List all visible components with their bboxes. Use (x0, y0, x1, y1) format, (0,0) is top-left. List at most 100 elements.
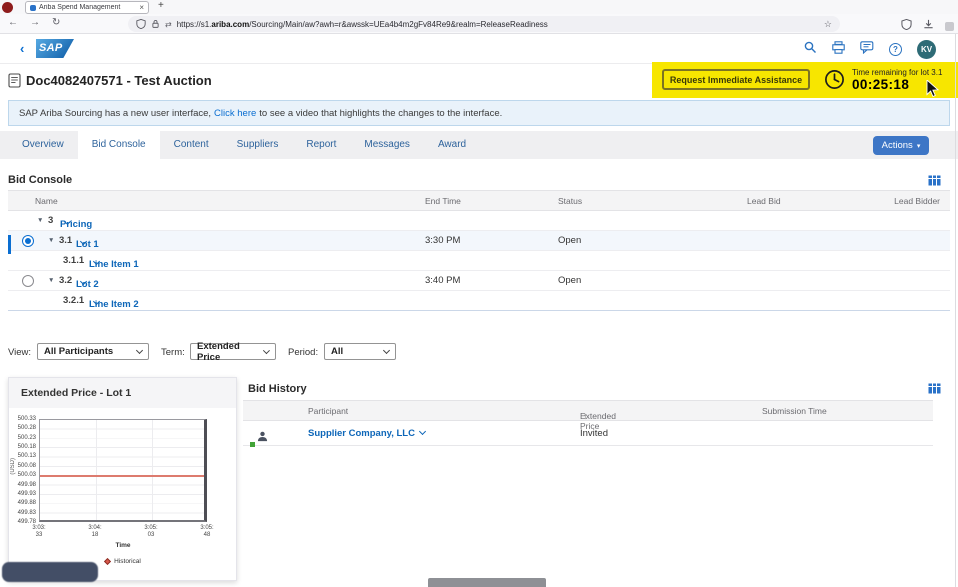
url-text: https://s1.ariba.com/Sourcing/Main/aw?aw… (177, 20, 818, 29)
clock-icon (824, 69, 845, 95)
y-tick: 500.23 (9, 435, 36, 441)
site-favicon (30, 5, 36, 11)
banner-text-before: SAP Ariba Sourcing has a new user interf… (19, 108, 211, 119)
tab-award[interactable]: Award (424, 131, 480, 159)
screenshare-overlay (2, 562, 98, 582)
url-scheme: https://s1. (177, 20, 212, 29)
supplier-name: Supplier Company, LLC (308, 428, 415, 439)
historical-price-line (40, 475, 204, 477)
tab-content[interactable]: Content (160, 131, 223, 159)
legend-diamond-icon (104, 558, 111, 565)
request-assistance-button[interactable]: Request Immediate Assistance (662, 69, 810, 90)
shield-icon[interactable] (136, 19, 146, 29)
caret-down-icon: ▾ (917, 142, 921, 150)
user-avatar[interactable]: KV (917, 40, 936, 59)
reload-icon[interactable]: ↻ (52, 17, 60, 28)
period-label: Period: (288, 347, 318, 358)
table-row-line-item2[interactable]: 3.2.1 Line Item 2 (8, 291, 950, 311)
col-lead-bid: Lead Bid (747, 196, 781, 206)
app-header: ‹ SAP ? KV (0, 34, 958, 64)
protection-shield-icon[interactable] (901, 17, 912, 35)
supplier-link[interactable]: Supplier Company, LLC (308, 428, 425, 439)
tab-messages[interactable]: Messages (350, 131, 424, 159)
term-select[interactable]: Extended Price (190, 343, 276, 360)
chevron-down-icon (419, 428, 426, 435)
y-tick: 499.98 (9, 482, 36, 488)
bid-history-row[interactable]: Supplier Company, LLC Invited (243, 421, 933, 446)
online-status-icon (250, 442, 255, 447)
forward-icon[interactable]: → (30, 17, 40, 28)
browser-tabstrip: Ariba Spend Management × + (0, 0, 958, 14)
row-number: 3 (48, 215, 53, 226)
collapse-triangle-icon[interactable]: ▼ (37, 217, 43, 224)
tab-suppliers[interactable]: Suppliers (223, 131, 293, 159)
table-settings-icon[interactable] (928, 173, 941, 191)
table-row-lot1[interactable]: ▼ 3.1 Lot 1 3:30 PM Open (8, 231, 950, 251)
table-row-lot2[interactable]: ▼ 3.2 Lot 2 3:40 PM Open (8, 271, 950, 291)
status-cell: Open (558, 275, 581, 286)
search-icon[interactable] (804, 41, 817, 59)
table-row-line-item1[interactable]: 3.1.1 Line Item 1 (8, 251, 950, 271)
x-tick: 3:03:33 (24, 525, 54, 539)
y-tick: 499.93 (9, 491, 36, 497)
lot2-radio[interactable] (22, 275, 34, 287)
tab-report[interactable]: Report (292, 131, 350, 159)
tab-bid-console[interactable]: Bid Console (78, 131, 160, 159)
highlight-annotation: Request Immediate Assistance Time remain… (652, 62, 958, 98)
close-tab-icon[interactable]: × (139, 3, 144, 12)
back-icon[interactable]: ← (8, 17, 18, 28)
container-swap-icon[interactable]: ⇄ (165, 20, 172, 29)
view-value: All Participants (44, 346, 113, 357)
bottom-overlay-bar (428, 578, 546, 587)
table-settings-icon[interactable] (928, 381, 941, 399)
x-axis-label: Time (39, 542, 207, 549)
view-label: View: (8, 347, 31, 358)
sort-asc-icon: ↑ (583, 411, 587, 421)
table-row-pricing[interactable]: ▼ 3 Pricing (8, 211, 950, 231)
nav-tabs-bar: Overview Bid Console Content Suppliers R… (0, 131, 958, 159)
row-number: 3.1 (59, 235, 72, 246)
period-select[interactable]: All (324, 343, 396, 360)
col-lead-bidder: Lead Bidder (894, 196, 940, 206)
timer-label: Time remaining for lot 3.1 (852, 68, 942, 77)
help-icon[interactable]: ? (889, 43, 902, 56)
status-cell: Open (558, 235, 581, 246)
print-icon[interactable] (832, 41, 845, 59)
browser-menu-icon[interactable] (945, 22, 954, 31)
collapse-triangle-icon[interactable]: ▼ (48, 237, 54, 244)
bid-history-header: Participant Extended Price↑ Submission T… (243, 400, 933, 421)
period-value: All (331, 346, 343, 357)
bookmark-star-icon[interactable]: ☆ (824, 19, 832, 30)
url-bar[interactable]: ⇄ https://s1.ariba.com/Sourcing/Main/aw?… (128, 16, 840, 32)
download-icon[interactable] (923, 17, 934, 35)
col-name: Name (35, 196, 58, 206)
x-tick: 3:04:18 (80, 525, 110, 539)
legend-label: Historical (114, 558, 141, 565)
chat-icon[interactable] (860, 41, 874, 59)
row-number: 3.2.1 (63, 295, 84, 306)
filter-bar: View: All Participants Term: Extended Pr… (0, 342, 958, 366)
extended-price-cell: Invited (580, 428, 608, 439)
table-header: Name End Time Status Lead Bid Lead Bidde… (8, 190, 950, 211)
tab-overview[interactable]: Overview (8, 131, 78, 159)
sap-logo[interactable]: SAP (36, 39, 74, 58)
col-status: Status (558, 196, 582, 206)
lock-icon[interactable] (151, 19, 160, 29)
chevron-down-icon (136, 347, 143, 354)
col-submission-time: Submission Time (762, 406, 827, 416)
term-value: Extended Price (197, 341, 258, 363)
collapse-triangle-icon[interactable]: ▼ (48, 277, 54, 284)
lot1-radio[interactable] (22, 235, 34, 247)
banner-link[interactable]: Click here (214, 108, 256, 119)
view-select[interactable]: All Participants (37, 343, 149, 360)
bid-console-title: Bid Console (8, 174, 72, 186)
url-domain: ariba.com (211, 20, 249, 29)
participant-status (250, 429, 268, 447)
actions-button[interactable]: Actions ▾ (873, 136, 929, 155)
new-tab-button[interactable]: + (158, 0, 164, 11)
app-back-button[interactable]: ‹ (20, 41, 24, 56)
window-edge (955, 34, 956, 587)
mouse-cursor (926, 80, 940, 103)
browser-tab[interactable]: Ariba Spend Management × (25, 1, 149, 14)
chart-title: Extended Price - Lot 1 (9, 378, 236, 408)
